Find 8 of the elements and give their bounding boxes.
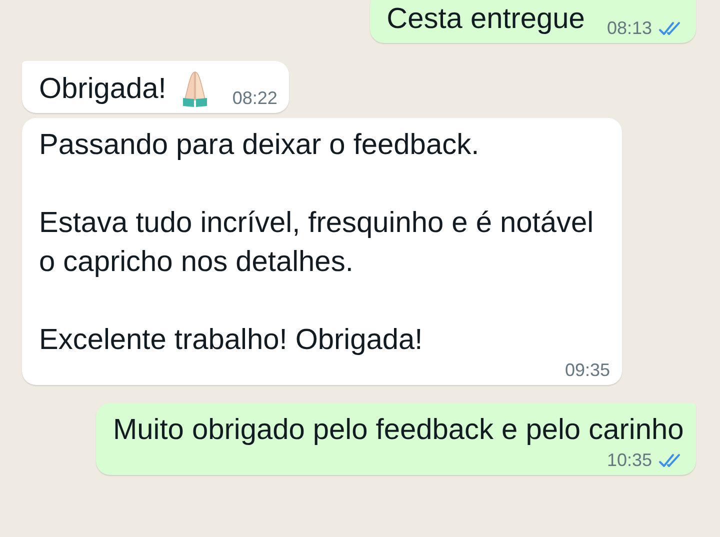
message-time: 08:22 — [232, 88, 278, 109]
message-text: Muito obrigado pelo feedback e pelo carinho — [113, 413, 684, 448]
message-text: Obrigada! — [39, 72, 166, 107]
message-time: 09:35 — [564, 360, 610, 381]
message-text: Cesta entregue — [386, 2, 585, 37]
message-time: 10:35 — [606, 450, 652, 471]
message-text: Passando para deixar o feedback. Estava tudo incrível, fresquinho e é notável o capricho nos detalhes. Excelente trabalho! Obrigada! — [39, 128, 595, 358]
message-time: 08:13 — [606, 18, 652, 39]
